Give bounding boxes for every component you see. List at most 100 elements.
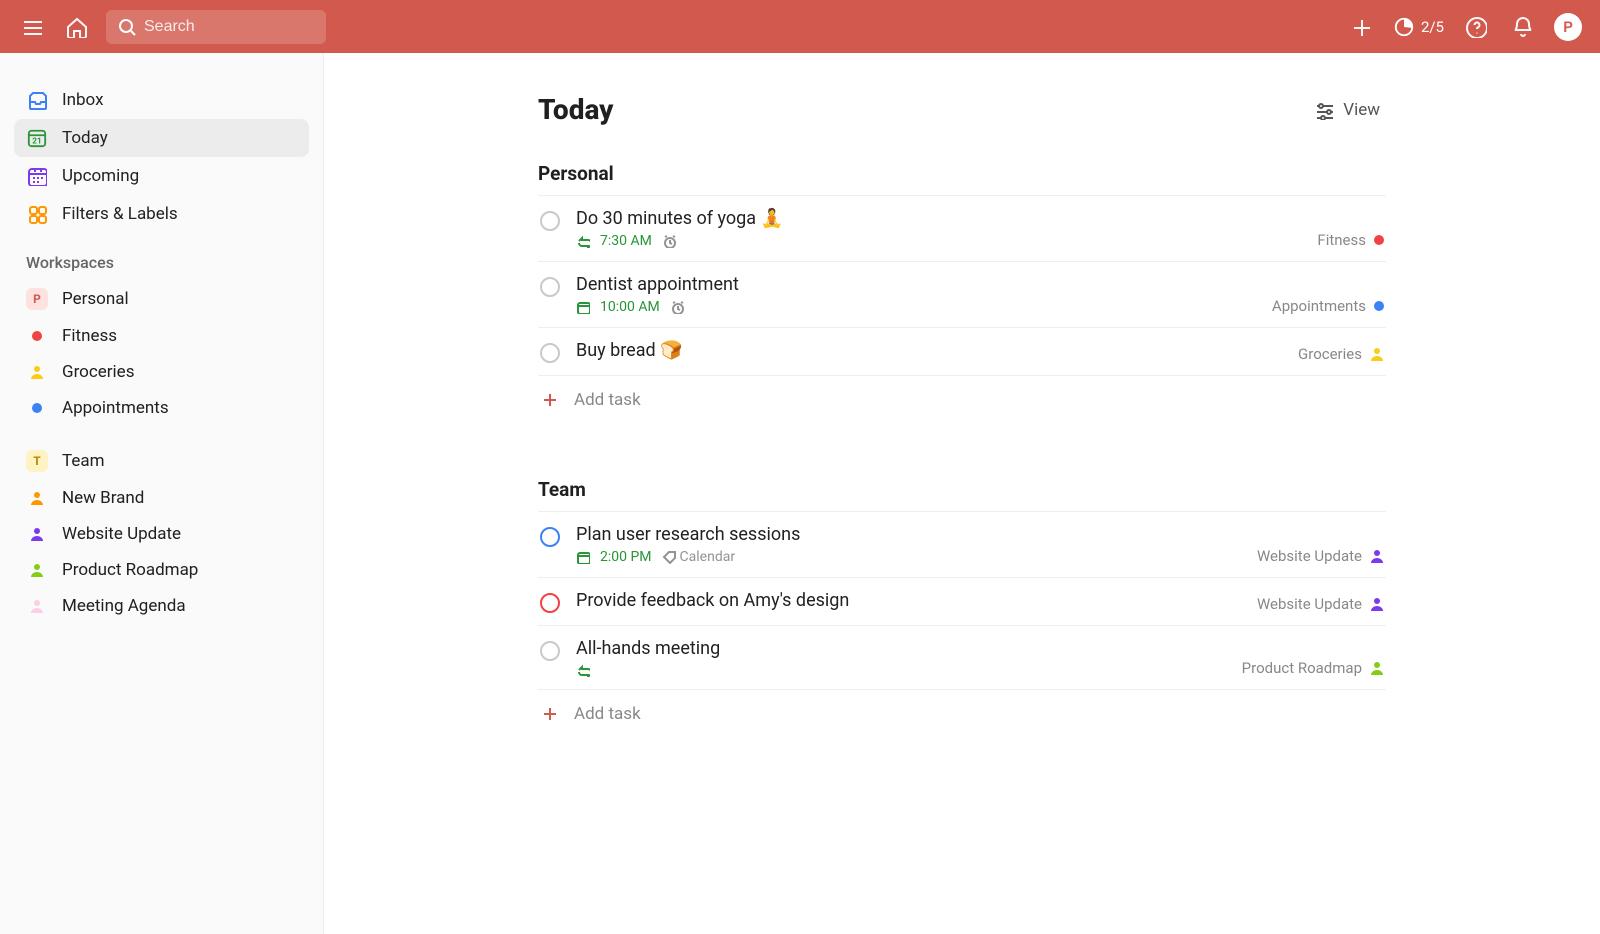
home-button[interactable] <box>62 13 90 41</box>
person-icon <box>30 491 44 505</box>
repeat-icon <box>576 234 590 248</box>
person-icon <box>30 527 44 541</box>
view-label: View <box>1343 100 1380 120</box>
help-icon <box>1465 16 1487 38</box>
task-title: Buy bread 🍞 <box>576 340 1282 361</box>
task-list-team: Plan user research sessions 2:00 PM Cale… <box>538 511 1386 690</box>
notifications-button[interactable] <box>1508 13 1536 41</box>
help-button[interactable] <box>1462 13 1490 41</box>
upcoming-icon <box>27 166 47 186</box>
workspace-badge: P <box>26 288 48 310</box>
sidebar-item-upcoming[interactable]: Upcoming <box>14 157 309 195</box>
topbar: 2/5 P <box>0 0 1600 53</box>
alarm-icon <box>670 300 684 314</box>
sidebar-item-newbrand[interactable]: New Brand <box>14 480 309 516</box>
calendar-icon <box>576 550 590 564</box>
plus-icon <box>542 392 558 408</box>
task-project: Website Update <box>1257 547 1362 565</box>
sidebar-item-label: Today <box>62 128 108 148</box>
project-dot <box>1374 301 1384 311</box>
task-row[interactable]: All-hands meeting Product Roadmap <box>538 626 1386 690</box>
search-icon <box>118 18 136 36</box>
menu-icon <box>21 16 43 38</box>
task-project: Product Roadmap <box>1242 659 1362 677</box>
sidebar-item-inbox[interactable]: Inbox <box>14 81 309 119</box>
color-dot <box>32 331 42 341</box>
tag-icon <box>662 550 676 564</box>
svg-text:21: 21 <box>32 135 41 145</box>
color-dot <box>32 403 42 413</box>
task-checkbox[interactable] <box>540 593 560 613</box>
sidebar-item-agenda[interactable]: Meeting Agenda <box>14 588 309 624</box>
task-title: Provide feedback on Amy's design <box>576 590 1241 611</box>
sidebar-item-label: Meeting Agenda <box>62 596 186 616</box>
calendar-icon <box>576 300 590 314</box>
workspace-label: Personal <box>62 289 129 309</box>
plus-icon <box>1350 16 1372 38</box>
avatar[interactable]: P <box>1554 13 1582 41</box>
workspaces-heading: Workspaces <box>14 233 309 280</box>
page-title: Today <box>538 93 613 126</box>
home-icon <box>65 16 87 38</box>
sidebar-item-label: Upcoming <box>62 166 139 186</box>
sidebar-item-label: Product Roadmap <box>62 560 198 580</box>
task-row[interactable]: Plan user research sessions 2:00 PM Cale… <box>538 512 1386 578</box>
task-checkbox[interactable] <box>540 641 560 661</box>
sidebar-item-groceries[interactable]: Groceries <box>14 354 309 390</box>
task-checkbox[interactable] <box>540 527 560 547</box>
task-checkbox[interactable] <box>540 211 560 231</box>
add-task-label: Add task <box>574 704 641 724</box>
sidebar-item-label: Inbox <box>62 90 104 110</box>
sidebar-item-label: Groceries <box>62 362 134 382</box>
alarm-icon <box>662 234 676 248</box>
person-icon <box>30 563 44 577</box>
sidebar-item-label: Website Update <box>62 524 181 544</box>
task-project: Appointments <box>1272 297 1366 315</box>
task-checkbox[interactable] <box>540 277 560 297</box>
task-row[interactable]: Dentist appointment 10:00 AM Appointment… <box>538 262 1386 328</box>
sidebar-item-fitness[interactable]: Fitness <box>14 318 309 354</box>
task-title: Do 30 minutes of yoga 🧘 <box>576 208 1301 229</box>
add-button[interactable] <box>1347 13 1375 41</box>
add-task-button[interactable]: Add task <box>538 690 1386 738</box>
task-checkbox[interactable] <box>540 343 560 363</box>
add-task-label: Add task <box>574 390 641 410</box>
workspace-team[interactable]: T Team <box>14 442 309 480</box>
search-input[interactable] <box>144 18 294 36</box>
add-task-button[interactable]: Add task <box>538 376 1386 424</box>
task-tag: Calendar <box>680 549 736 565</box>
inbox-icon <box>27 90 47 110</box>
sliders-icon <box>1313 100 1333 120</box>
sidebar-item-roadmap[interactable]: Product Roadmap <box>14 552 309 588</box>
task-row[interactable]: Do 30 minutes of yoga 🧘 7:30 AM Fitness <box>538 196 1386 262</box>
task-project: Groceries <box>1298 345 1362 363</box>
menu-button[interactable] <box>18 13 46 41</box>
task-title: Plan user research sessions <box>576 524 1241 545</box>
view-button[interactable]: View <box>1307 96 1386 124</box>
sidebar-item-appointments[interactable]: Appointments <box>14 390 309 426</box>
person-icon <box>1370 661 1384 675</box>
task-title: All-hands meeting <box>576 638 1226 659</box>
repeat-icon <box>576 663 590 677</box>
sidebar-item-label: Appointments <box>62 398 169 418</box>
task-project: Website Update <box>1257 595 1362 613</box>
progress-pie-icon <box>1393 16 1415 38</box>
person-icon <box>1370 597 1384 611</box>
progress-indicator[interactable]: 2/5 <box>1393 16 1444 38</box>
task-row[interactable]: Buy bread 🍞 Groceries <box>538 328 1386 376</box>
task-title: Dentist appointment <box>576 274 1256 295</box>
workspace-label: Team <box>62 451 105 471</box>
sidebar-item-today[interactable]: 21 Today <box>14 119 309 157</box>
task-row[interactable]: Provide feedback on Amy's design Website… <box>538 578 1386 626</box>
sidebar-item-filters[interactable]: Filters & Labels <box>14 195 309 233</box>
search-box[interactable] <box>106 10 326 44</box>
sidebar-item-website[interactable]: Website Update <box>14 516 309 552</box>
section-title-personal: Personal <box>538 162 1386 185</box>
sidebar-item-label: Fitness <box>62 326 117 346</box>
workspace-personal[interactable]: P Personal <box>14 280 309 318</box>
person-icon <box>30 365 44 379</box>
grid-icon <box>27 204 47 224</box>
main: Today View Personal Do 30 minutes of yog… <box>324 53 1600 934</box>
workspace-badge: T <box>26 450 48 472</box>
sidebar-item-label: New Brand <box>62 488 144 508</box>
